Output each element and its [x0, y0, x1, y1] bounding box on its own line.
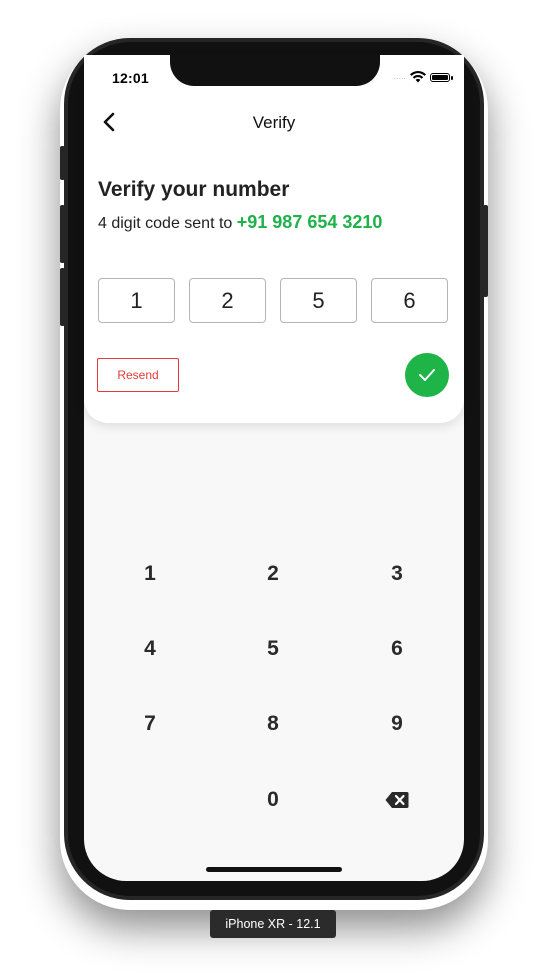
power-button [483, 205, 488, 297]
mute-switch [60, 146, 65, 180]
code-digit-1[interactable]: 1 [98, 278, 175, 323]
resend-button[interactable]: Resend [97, 358, 179, 392]
volume-down-button [60, 268, 65, 326]
status-icons: ..... [394, 70, 454, 84]
confirm-button[interactable] [405, 353, 449, 397]
volume-up-button [60, 205, 65, 263]
keypad-key-0[interactable]: 0 [223, 780, 323, 820]
keypad-key-9[interactable]: 9 [347, 704, 447, 744]
keypad-key-1[interactable]: 1 [100, 554, 200, 594]
keypad-key-6[interactable]: 6 [347, 629, 447, 669]
battery-icon [430, 72, 454, 82]
status-time: 12:01 [112, 70, 149, 86]
wifi-icon [410, 71, 427, 83]
home-indicator[interactable] [206, 867, 342, 872]
keypad-key-7[interactable]: 7 [100, 704, 200, 744]
device-label: iPhone XR - 12.1 [210, 910, 336, 938]
keypad-key-8[interactable]: 8 [223, 704, 323, 744]
backspace-icon [385, 792, 409, 808]
code-digit-3[interactable]: 5 [280, 278, 357, 323]
checkmark-icon [419, 369, 435, 381]
keypad-key-4[interactable]: 4 [100, 629, 200, 669]
keypad-key-5[interactable]: 5 [223, 629, 323, 669]
code-digit-4[interactable]: 6 [371, 278, 448, 323]
code-sent-text: 4 digit code sent to +91 987 654 3210 [98, 212, 382, 233]
code-digit-2[interactable]: 2 [189, 278, 266, 323]
verify-heading: Verify your number [98, 178, 290, 201]
device-notch [170, 55, 380, 86]
signal-icon: ..... [394, 73, 407, 81]
page-title: Verify [252, 113, 296, 132]
keypad-key-3[interactable]: 3 [347, 554, 447, 594]
backspace-key[interactable] [347, 780, 447, 820]
phone-number: +91 987 654 3210 [236, 212, 383, 232]
code-sent-label: 4 digit code sent to [98, 215, 233, 232]
keypad-key-2[interactable]: 2 [223, 554, 323, 594]
